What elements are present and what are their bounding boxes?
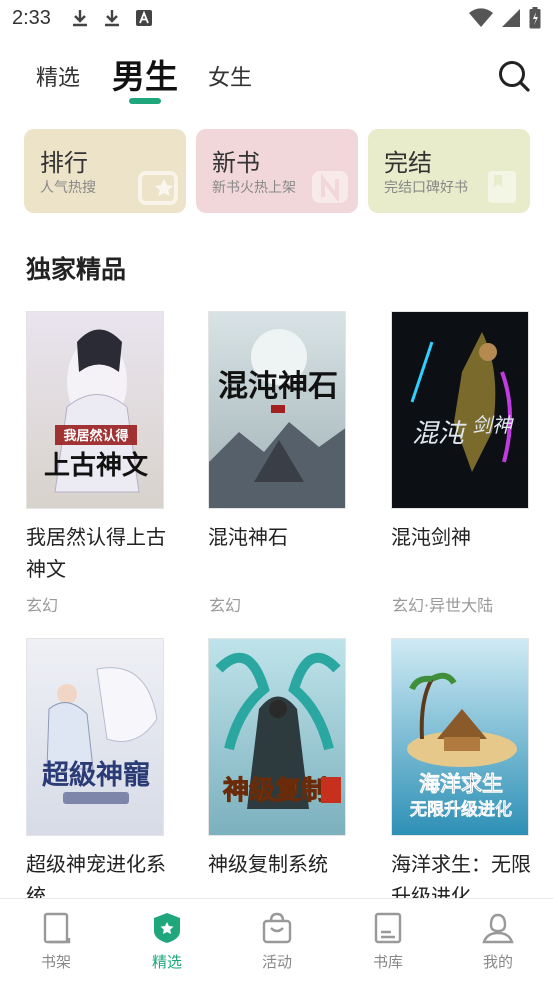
- svg-text:海洋求生: 海洋求生: [419, 771, 503, 796]
- bookmark-book-icon: [488, 171, 516, 203]
- signal-icon: [502, 9, 520, 27]
- download-icon: [104, 10, 119, 27]
- notification-a-icon: [135, 10, 152, 26]
- book-title[interactable]: 神级复制系统: [208, 848, 354, 880]
- gift-bag-icon: [262, 912, 292, 944]
- nav-library-label: 书库: [372, 953, 403, 971]
- book-tag: 玄幻: [26, 596, 59, 615]
- book-item[interactable]: 海洋求生 无限升级进化 海洋求生：无限升级进化: [391, 638, 531, 912]
- nav-profile[interactable]: 我的: [458, 911, 538, 972]
- section-title: 独家精品: [26, 255, 127, 284]
- top-tab-bar: 精选 男生 女生: [0, 46, 553, 108]
- book-item[interactable]: 超級神寵 超级神宠进化系统: [26, 638, 166, 912]
- bottom-nav-bar: 书架 精选 活动 书库 我的: [0, 898, 553, 983]
- book-cover[interactable]: 混沌神石: [208, 311, 346, 509]
- svg-text:混沌神石: 混沌神石: [218, 369, 338, 404]
- nav-activity[interactable]: 活动: [237, 911, 317, 972]
- status-bar: 2:33: [0, 0, 553, 36]
- book-cover-art: 混沌神石: [209, 312, 345, 508]
- ranking-card-title: 排行: [40, 149, 88, 177]
- tab-male[interactable]: 男生: [112, 50, 178, 98]
- completed-card[interactable]: 完结 完结口碑好书: [368, 129, 530, 213]
- completed-card-subtitle: 完结口碑好书: [384, 180, 468, 196]
- quick-entry-cards: 排行 人气热搜 新书 新书火热上架 完结 完结口碑好书: [24, 129, 531, 214]
- book-cover[interactable]: 神级复制: [208, 638, 346, 836]
- completed-card-title: 完结: [384, 149, 432, 177]
- wifi-icon: [469, 8, 493, 27]
- book-cover-art: 混沌 剑神: [392, 312, 528, 508]
- svg-text:剑神: 剑神: [472, 413, 514, 437]
- book-cover-art: 超級神寵: [27, 639, 163, 835]
- book-item[interactable]: 我居然认得 上古神文 我居然认得上古神文: [26, 311, 166, 585]
- nav-bookshelf[interactable]: 书架: [16, 911, 96, 972]
- book-title[interactable]: 混沌神石: [208, 521, 354, 553]
- nav-profile-label: 我的: [482, 953, 513, 971]
- trophy-star-icon: [138, 171, 178, 205]
- library-icon: [374, 912, 402, 944]
- profile-icon: [482, 913, 514, 944]
- svg-text:我居然认得: 我居然认得: [63, 428, 128, 444]
- tab-female[interactable]: 女生: [208, 60, 252, 92]
- ranking-card-subtitle: 人气热搜: [40, 180, 96, 196]
- book-cover[interactable]: 我居然认得 上古神文: [26, 311, 164, 509]
- book-item[interactable]: 混沌 剑神 混沌剑神: [391, 311, 531, 553]
- book-title[interactable]: 混沌剑神: [391, 521, 537, 553]
- nav-activity-label: 活动: [261, 953, 292, 971]
- search-button[interactable]: [496, 58, 532, 94]
- new-books-card-title: 新书: [212, 149, 260, 177]
- nav-featured[interactable]: 精选: [127, 911, 207, 972]
- nav-bookshelf-label: 书架: [40, 953, 71, 971]
- book-title[interactable]: 我居然认得上古神文: [26, 521, 172, 585]
- book-tag: 玄幻·异世大陆: [392, 596, 494, 615]
- book-cover[interactable]: 混沌 剑神: [391, 311, 529, 509]
- ranking-card[interactable]: 排行 人气热搜: [24, 129, 186, 213]
- bookshelf-icon: [43, 912, 71, 944]
- book-cover-art: 神级复制: [209, 639, 345, 835]
- svg-text:混沌: 混沌: [412, 419, 467, 449]
- nav-library[interactable]: 书库: [348, 911, 428, 972]
- svg-text:上古神文: 上古神文: [44, 450, 149, 481]
- featured-shield-icon: [154, 913, 180, 943]
- new-books-card[interactable]: 新书 新书火热上架: [196, 129, 358, 213]
- book-cover[interactable]: 海洋求生 无限升级进化: [391, 638, 529, 836]
- book-item[interactable]: 神级复制 神级复制系统: [208, 638, 348, 880]
- download-icon: [72, 10, 87, 27]
- book-item[interactable]: 混沌神石 混沌神石: [208, 311, 348, 553]
- book-cover[interactable]: 超級神寵: [26, 638, 164, 836]
- tab-featured[interactable]: 精选: [36, 60, 80, 92]
- svg-text:神级复制: 神级复制: [223, 775, 327, 806]
- book-cover-art: 海洋求生 无限升级进化: [392, 639, 528, 835]
- battery-icon: [529, 7, 541, 29]
- book-tag: 玄幻: [209, 596, 242, 615]
- svg-text:超級神寵: 超級神寵: [42, 759, 150, 791]
- new-books-card-subtitle: 新书火热上架: [212, 180, 296, 196]
- search-icon: [499, 61, 530, 92]
- nav-featured-label: 精选: [151, 953, 182, 971]
- svg-text:无限升级进化: 无限升级进化: [409, 799, 512, 820]
- active-tab-indicator: [129, 98, 161, 104]
- status-time: 2:33: [12, 6, 51, 29]
- new-badge-icon: [312, 171, 348, 203]
- book-cover-art: 我居然认得 上古神文: [27, 312, 163, 508]
